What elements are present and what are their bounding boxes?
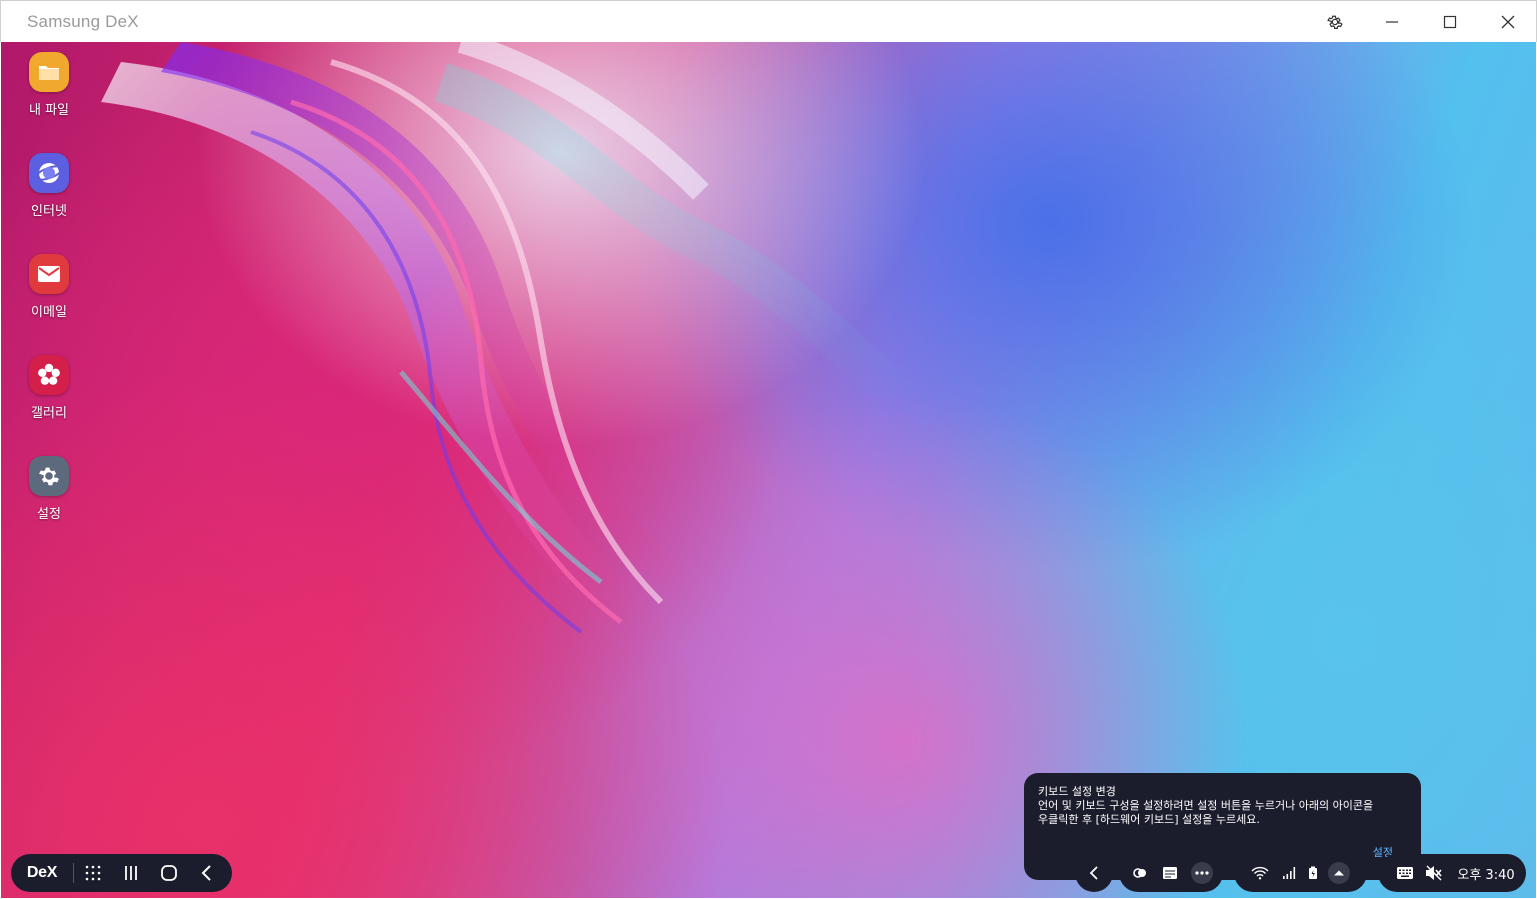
recent-apps-icon <box>125 866 137 880</box>
desktop-app-my-files[interactable]: 내 파일 <box>13 52 85 118</box>
collapse-tray-button[interactable] <box>1075 854 1113 892</box>
gallery-flower-icon <box>29 355 69 395</box>
wallpaper-swirl <box>101 42 916 634</box>
home-button[interactable] <box>150 854 188 892</box>
dex-logo: DeX <box>26 864 58 881</box>
volume-muted-icon <box>1426 865 1442 881</box>
signal-bars-icon <box>1283 867 1296 879</box>
desktop-app-email[interactable]: 이메일 <box>13 254 85 320</box>
close-icon <box>1501 15 1515 29</box>
email-icon <box>29 254 69 294</box>
minimize-icon <box>1386 21 1398 23</box>
window-titlebar: Samsung DeX <box>0 0 1537 42</box>
wifi-icon <box>1251 866 1269 880</box>
app-label: 설정 <box>37 507 61 522</box>
tooltip-body-line1: 언어 및 키보드 구성을 설정하려면 설정 버튼을 누르거나 아래의 아이콘을 <box>1038 799 1374 812</box>
game-launcher-button[interactable] <box>1125 854 1155 892</box>
desktop-wallpaper: 내 파일 인터넷 이메일 갤러리 설정 키보드 설정 변경 언어 및 키보드 구… <box>1 42 1536 898</box>
gear-icon <box>1327 15 1343 29</box>
minimize-button[interactable] <box>1363 1 1421 43</box>
settings-icon <box>29 456 69 496</box>
app-label: 인터넷 <box>31 204 67 219</box>
volume-status[interactable] <box>1420 854 1448 892</box>
desktop-app-gallery[interactable]: 갤러리 <box>13 355 85 421</box>
taskbar-navigation: DeX <box>11 854 232 892</box>
battery-charging-icon <box>1309 866 1317 879</box>
window-title: Samsung DeX <box>27 12 139 31</box>
app-label: 내 파일 <box>28 103 69 118</box>
apps-button[interactable] <box>74 854 112 892</box>
quick-tools-tray <box>1119 854 1223 892</box>
signal-status <box>1276 854 1302 892</box>
battery-status <box>1302 854 1324 892</box>
dex-button[interactable]: DeX <box>11 854 73 892</box>
status-tray[interactable] <box>1234 854 1367 892</box>
clock-time: 오후 3:40 <box>1457 867 1515 883</box>
app-label: 갤러리 <box>31 406 67 421</box>
settings-button[interactable] <box>1306 1 1364 43</box>
tooltip-title: 키보드 설정 변경 <box>1038 785 1116 798</box>
keyboard-status[interactable] <box>1390 854 1420 892</box>
back-icon <box>201 865 211 881</box>
tooltip-body-line2: 우클릭한 후 [하드웨어 키보드] 설정을 누르세요. <box>1038 813 1260 826</box>
keyboard-icon <box>1397 867 1413 879</box>
apps-grid-icon <box>85 865 101 881</box>
clock-tray[interactable]: 오후 3:40 <box>1378 854 1526 892</box>
clock[interactable]: 오후 3:40 <box>1452 854 1520 892</box>
chevron-left-icon <box>1089 866 1098 880</box>
app-label: 이메일 <box>31 305 67 320</box>
link-icon <box>1133 868 1146 878</box>
screen-capture-icon <box>1163 867 1177 879</box>
maximize-icon <box>1443 15 1457 29</box>
close-button[interactable] <box>1479 1 1537 43</box>
more-options-button[interactable] <box>1185 854 1219 892</box>
recent-apps-button[interactable] <box>112 854 150 892</box>
expand-status-button[interactable] <box>1324 854 1354 892</box>
internet-icon <box>29 153 69 193</box>
folder-icon <box>29 52 69 92</box>
chevron-up-icon <box>1328 862 1350 884</box>
desktop-app-internet[interactable]: 인터넷 <box>13 153 85 219</box>
maximize-button[interactable] <box>1421 1 1479 43</box>
desktop-app-settings[interactable]: 설정 <box>13 456 85 522</box>
back-button[interactable] <box>188 854 226 892</box>
more-dots-icon <box>1191 862 1213 884</box>
screenshot-button[interactable] <box>1155 854 1185 892</box>
wifi-status <box>1244 854 1276 892</box>
home-icon <box>161 865 177 881</box>
